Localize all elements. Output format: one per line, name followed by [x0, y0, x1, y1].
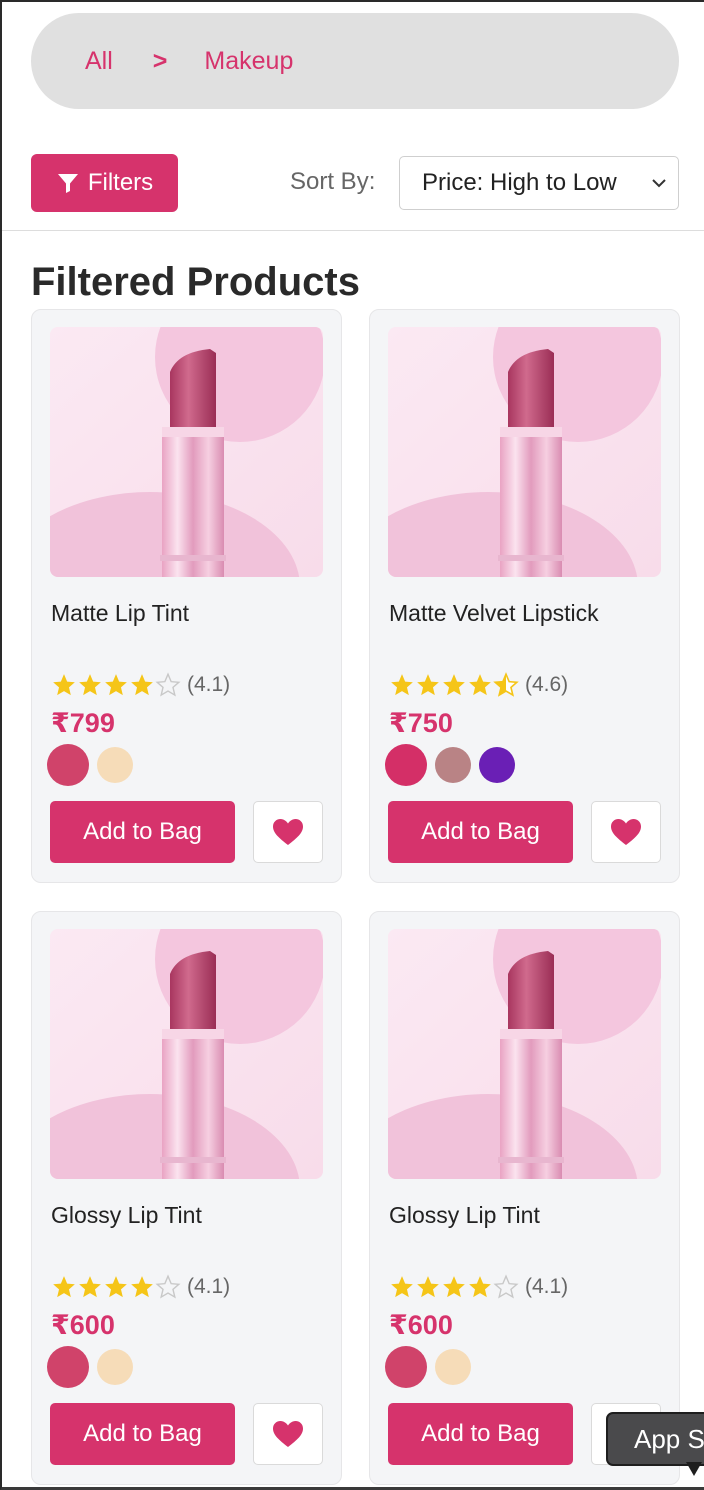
funnel-icon: [57, 174, 78, 193]
star-full-icon: [417, 1276, 439, 1298]
color-swatch[interactable]: [385, 1346, 427, 1388]
color-swatch[interactable]: [435, 1349, 471, 1385]
color-swatch[interactable]: [385, 744, 427, 786]
wishlist-button[interactable]: [253, 801, 323, 863]
star-full-icon: [469, 674, 491, 696]
color-swatches: [47, 744, 133, 786]
product-card: Matte Lip Tint (4.1) ₹799 Add to Bag: [31, 309, 342, 883]
rating-stars: (4.1): [51, 1274, 230, 1300]
star-empty-icon: [155, 672, 181, 697]
star-full-icon: [469, 1276, 491, 1298]
product-name[interactable]: Glossy Lip Tint: [389, 1202, 540, 1229]
tooltip-text: App S: [634, 1424, 704, 1454]
lipstick-product-image: [388, 929, 661, 1179]
breadcrumb-link-all[interactable]: All: [85, 47, 113, 76]
heart-icon: [611, 819, 641, 845]
add-to-bag-button[interactable]: Add to Bag: [388, 1403, 573, 1465]
product-price: ₹799: [51, 708, 115, 738]
wishlist-button[interactable]: [253, 1403, 323, 1465]
star-full-icon: [105, 1276, 127, 1298]
wishlist-button[interactable]: [591, 801, 661, 863]
product-price: ₹600: [51, 1310, 115, 1340]
breadcrumb-link-makeup[interactable]: Makeup: [204, 47, 293, 76]
chevron-down-icon: [652, 179, 666, 188]
star-full-icon: [53, 1276, 75, 1298]
product-image[interactable]: [50, 929, 323, 1179]
add-to-bag-button[interactable]: Add to Bag: [388, 801, 573, 863]
color-swatch[interactable]: [479, 747, 515, 783]
rating-value: (4.1): [525, 1275, 569, 1298]
add-to-bag-button[interactable]: Add to Bag: [50, 1403, 235, 1465]
filters-button[interactable]: Filters: [31, 154, 178, 212]
heart-icon: [273, 1421, 303, 1447]
product-image[interactable]: [50, 327, 323, 577]
rating-stars: (4.1): [389, 1274, 568, 1300]
product-name[interactable]: Glossy Lip Tint: [51, 1202, 202, 1229]
color-swatches: [47, 1346, 133, 1388]
product-image[interactable]: [388, 929, 661, 1179]
lipstick-product-image: [388, 327, 661, 577]
color-swatch[interactable]: [97, 747, 133, 783]
star-full-icon: [391, 674, 413, 696]
star-empty-icon: [155, 1274, 181, 1299]
star-full-icon: [391, 1276, 413, 1298]
rating-value: (4.1): [187, 1275, 231, 1298]
product-price: ₹600: [389, 1310, 453, 1340]
product-card: Glossy Lip Tint (4.1) ₹600 Add to Bag: [369, 911, 680, 1485]
star-empty-icon: [493, 1274, 519, 1299]
tooltip: App S: [606, 1412, 704, 1466]
page-frame: All > Makeup Filters Sort By: Price: Hig…: [0, 0, 704, 1490]
color-swatch[interactable]: [435, 747, 471, 783]
star-full-icon: [105, 674, 127, 696]
rating-stars: (4.1): [51, 672, 230, 698]
lipstick-product-image: [50, 929, 323, 1179]
color-swatch[interactable]: [97, 1349, 133, 1385]
breadcrumb-separator: >: [152, 46, 168, 75]
star-full-icon: [131, 1276, 153, 1298]
divider: [2, 230, 704, 231]
color-swatches: [385, 1346, 471, 1388]
color-swatches: [385, 744, 515, 786]
rating-value: (4.1): [187, 673, 231, 696]
product-image[interactable]: [388, 327, 661, 577]
add-to-bag-button[interactable]: Add to Bag: [50, 801, 235, 863]
star-full-icon: [417, 674, 439, 696]
product-price: ₹750: [389, 708, 453, 738]
star-full-icon: [443, 1276, 465, 1298]
star-full-icon: [443, 674, 465, 696]
star-half-icon: [493, 672, 519, 697]
breadcrumb: All > Makeup: [31, 13, 679, 109]
color-swatch[interactable]: [47, 1346, 89, 1388]
tooltip-tail: [686, 1462, 702, 1476]
star-full-icon: [131, 674, 153, 696]
rating-value: (4.6): [525, 673, 569, 696]
sort-select[interactable]: Price: High to Low: [399, 156, 679, 210]
sort-label: Sort By:: [290, 168, 376, 195]
rating-stars: (4.6): [389, 672, 568, 698]
sort-select-value: Price: High to Low: [422, 169, 617, 196]
heart-icon: [273, 819, 303, 845]
star-full-icon: [79, 1276, 101, 1298]
product-name[interactable]: Matte Lip Tint: [51, 600, 189, 627]
section-title: Filtered Products: [31, 260, 360, 304]
color-swatch[interactable]: [47, 744, 89, 786]
filters-label: Filters: [87, 169, 154, 196]
product-card: Matte Velvet Lipstick (4.6) ₹750 Add to …: [369, 309, 680, 883]
product-card: Glossy Lip Tint (4.1) ₹600 Add to Bag: [31, 911, 342, 1485]
product-name[interactable]: Matte Velvet Lipstick: [389, 600, 599, 627]
lipstick-product-image: [50, 327, 323, 577]
star-full-icon: [53, 674, 75, 696]
star-full-icon: [79, 674, 101, 696]
